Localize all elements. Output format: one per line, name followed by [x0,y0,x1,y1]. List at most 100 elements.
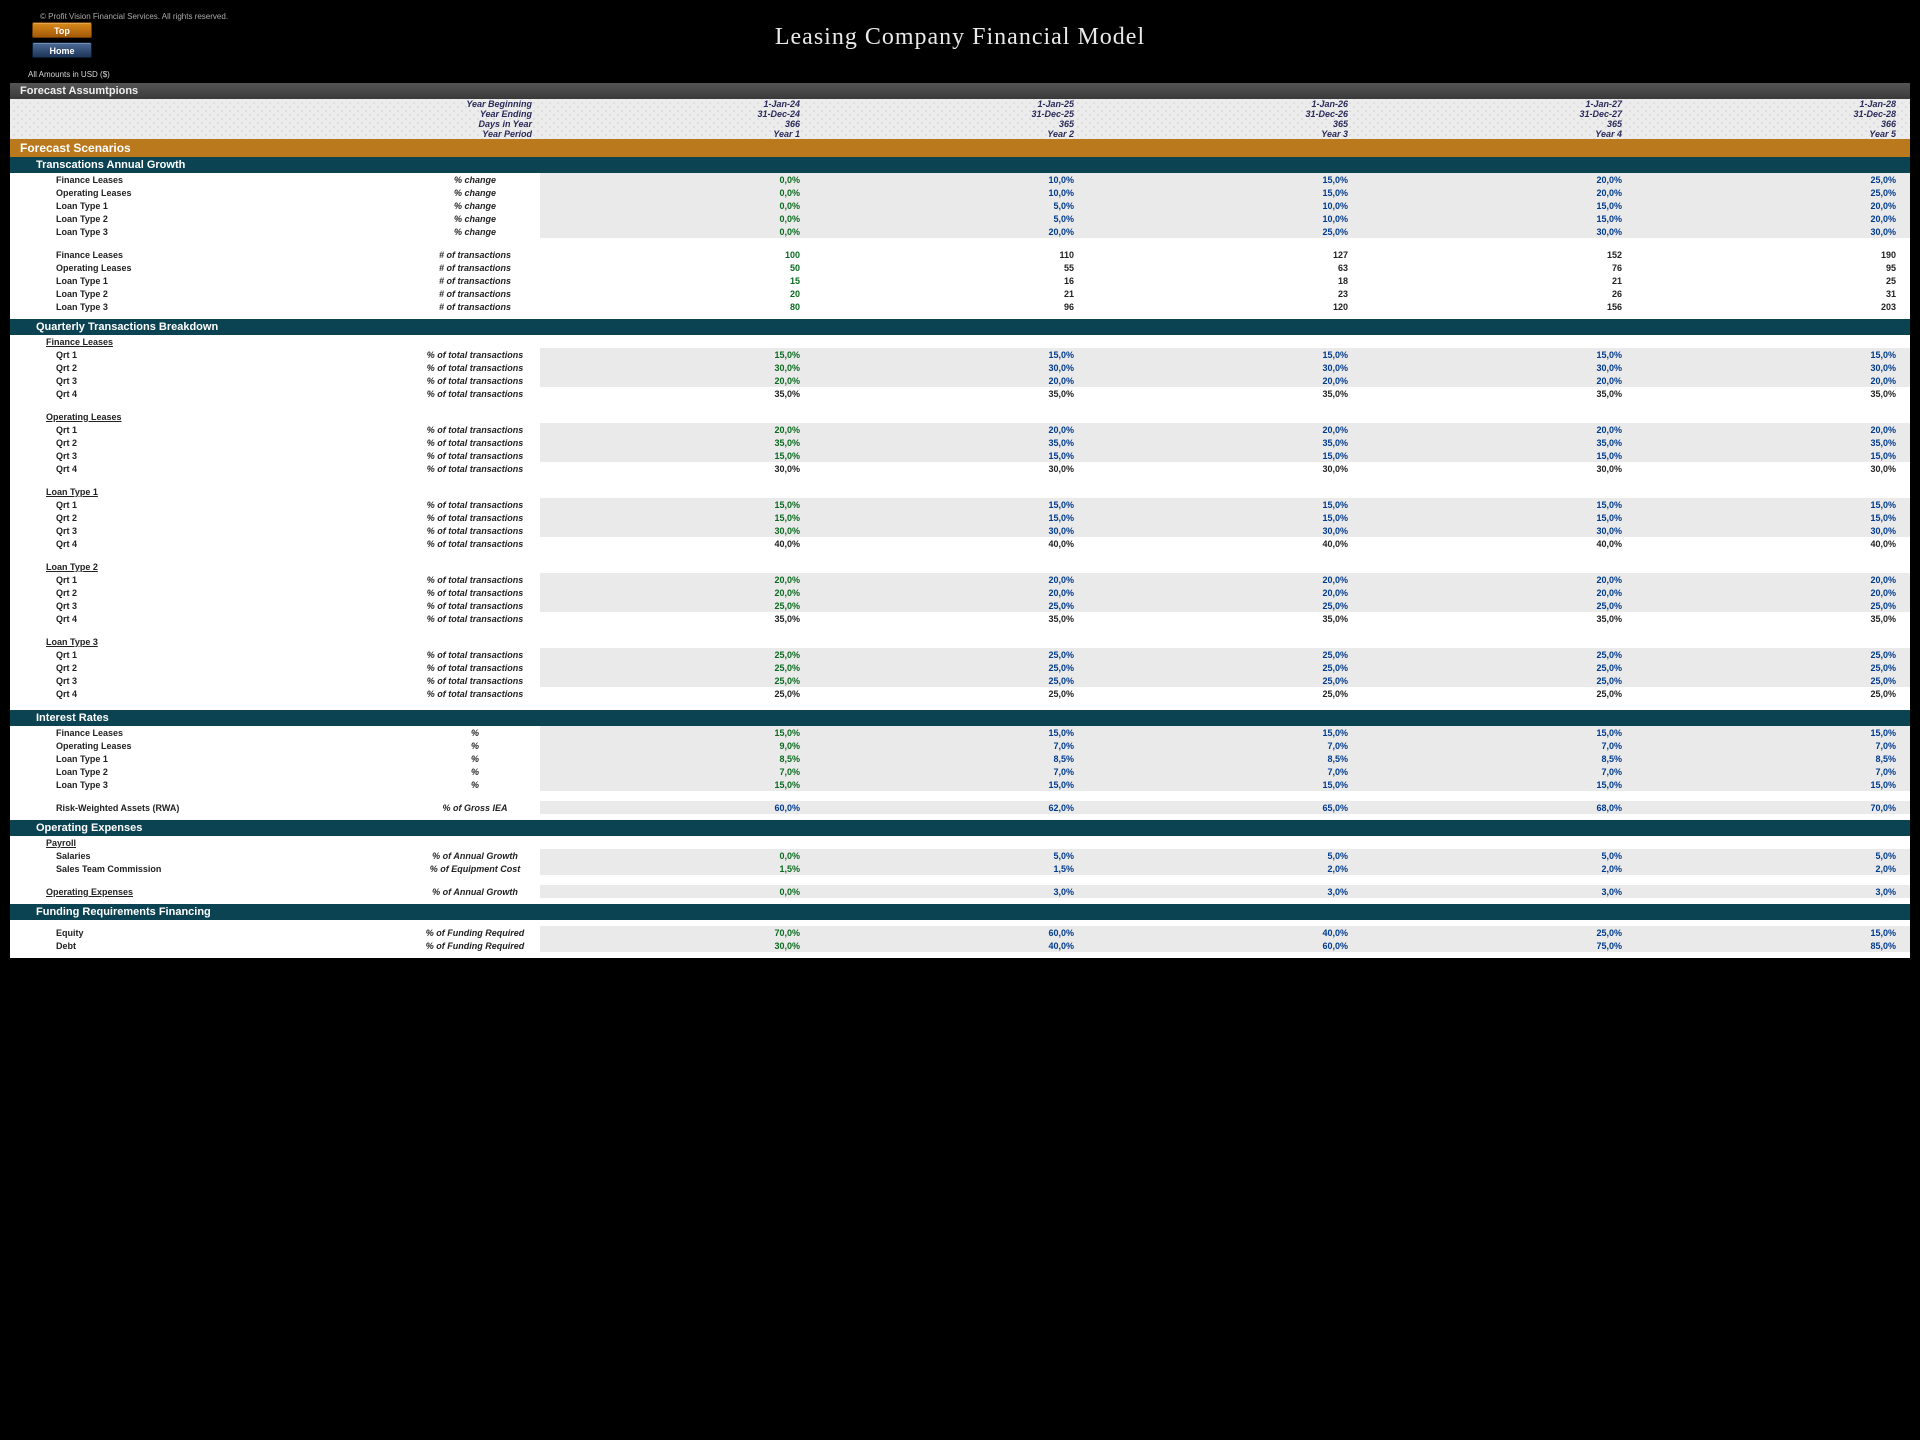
row-value: 75,0% [1362,939,1636,952]
row-label: Equity [10,926,410,939]
row-value: 30,0% [814,524,1088,537]
row-value: 3,0% [1362,885,1636,898]
row-value: 15,0% [1088,186,1362,199]
quarterly-header: Quarterly Transactions Breakdown [10,319,1910,335]
row-value: 20,0% [540,586,814,599]
row-value: 127 [1088,248,1362,261]
row-value: 80 [540,300,814,313]
row-label: Qrt 2 [10,511,410,524]
row-value: 25,0% [814,599,1088,612]
row-value: 15,0% [1362,511,1636,524]
row-value: 35,0% [814,436,1088,449]
row-value: 70,0% [540,926,814,939]
val: 31-Dec-26 [1088,109,1362,119]
row-label: Qrt 2 [10,586,410,599]
row-value: 15,0% [540,511,814,524]
table-row: Qrt 4% of total transactions30,0%30,0%30… [10,462,1910,475]
row-value: 35,0% [814,612,1088,625]
row-unit: % [410,739,540,752]
val: Year 2 [814,129,1088,139]
table-row: Finance Leases# of transactions100110127… [10,248,1910,261]
row-value: 35,0% [1362,436,1636,449]
val: 1-Jan-28 [1636,99,1910,109]
row-value: 35,0% [1088,436,1362,449]
row-unit: % of total transactions [410,586,540,599]
row-label: Finance Leases [10,173,410,186]
interest-header: Interest Rates [10,710,1910,726]
row-value: 15,0% [540,449,814,462]
row-value: 60,0% [814,926,1088,939]
row-value: 15,0% [1362,726,1636,739]
row-value: 10,0% [814,186,1088,199]
row-value: 25,0% [1636,173,1910,186]
row-value: 25,0% [1636,674,1910,687]
table-row: Operating Leases%9,0%7,0%7,0%7,0%7,0% [10,739,1910,752]
group-label: Loan Type 3 [10,635,410,648]
row-value: 15,0% [1362,212,1636,225]
row-value: 20,0% [814,586,1088,599]
row-value: 15,0% [1088,348,1362,361]
row-value: 0,0% [540,199,814,212]
table-row: Qrt 4% of total transactions35,0%35,0%35… [10,612,1910,625]
row-value: 60,0% [540,801,814,814]
row-value: 20,0% [814,573,1088,586]
row-label: Qrt 1 [10,648,410,661]
row-value: 20,0% [1362,374,1636,387]
row-value: 25,0% [1362,687,1636,700]
table-row: Qrt 1% of total transactions25,0%25,0%25… [10,648,1910,661]
row-label: Qrt 4 [10,537,410,550]
row-label: Finance Leases [10,248,410,261]
row-value: 31 [1636,287,1910,300]
row-value: 20,0% [1362,173,1636,186]
row-value: 10,0% [1088,199,1362,212]
row-value: 5,0% [814,199,1088,212]
val: 1-Jan-24 [540,99,814,109]
table-row: Qrt 2% of total transactions35,0%35,0%35… [10,436,1910,449]
row-value: 15,0% [814,778,1088,791]
row-value: 20,0% [540,374,814,387]
row-value: 15,0% [814,348,1088,361]
row-value: 15,0% [1636,726,1910,739]
row-unit: % of Annual Growth [410,885,540,898]
row-value: 190 [1636,248,1910,261]
row-value: 30,0% [540,939,814,952]
forecast-assumptions-header: Forecast Assumtpions [10,83,1910,99]
row-value: 40,0% [1088,537,1362,550]
row-label: Qrt 3 [10,524,410,537]
row-value: 120 [1088,300,1362,313]
row-value: 8,5% [1362,752,1636,765]
row-unit: # of transactions [410,300,540,313]
row-value: 25,0% [814,674,1088,687]
row-unit: % of total transactions [410,511,540,524]
row-value: 2,0% [1636,862,1910,875]
table-row: Qrt 1% of total transactions15,0%15,0%15… [10,348,1910,361]
row-label: Qrt 3 [10,674,410,687]
val: Year 3 [1088,129,1362,139]
row-value: 20,0% [1636,586,1910,599]
row-value: 20,0% [1636,573,1910,586]
row-value: 25,0% [1636,186,1910,199]
row-unit: % of total transactions [410,537,540,550]
row-unit: % [410,778,540,791]
row-unit: % of total transactions [410,573,540,586]
row-value: 30,0% [1636,361,1910,374]
row-value: 8,5% [540,752,814,765]
row-unit: % of Annual Growth [410,849,540,862]
transactions-table: Finance Leases# of transactions100110127… [10,248,1910,313]
row-unit: % of total transactions [410,599,540,612]
row-value: 203 [1636,300,1910,313]
row-value: 15,0% [540,726,814,739]
row-value: 152 [1362,248,1636,261]
year-period-row: Year Period Year 1 Year 2 Year 3 Year 4 … [10,129,1910,139]
row-value: 100 [540,248,814,261]
row-value: 15,0% [540,498,814,511]
row-unit: % of total transactions [410,374,540,387]
assumptions-block: Year Beginning 1-Jan-24 1-Jan-25 1-Jan-2… [10,99,1910,139]
row-value: 8,5% [1636,752,1910,765]
row-value: 2,0% [1362,862,1636,875]
row-unit: % [410,726,540,739]
row-label: Qrt 2 [10,436,410,449]
table-row: Finance Leases%15,0%15,0%15,0%15,0%15,0% [10,726,1910,739]
page-title: Leasing Company Financial Model [10,24,1910,51]
row-label: Finance Leases [10,726,410,739]
